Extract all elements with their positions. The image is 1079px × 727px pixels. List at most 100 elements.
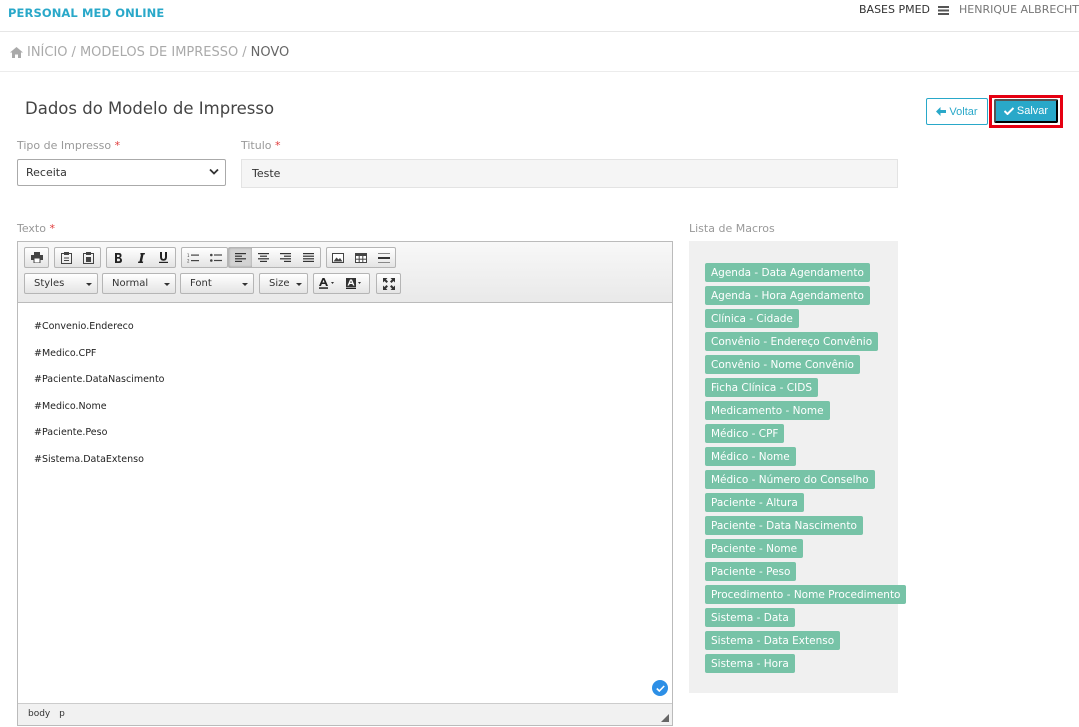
macros-label: Lista de Macros bbox=[689, 222, 775, 235]
tipo-impresso-select[interactable]: Receita bbox=[17, 159, 226, 186]
macro-tag[interactable]: Agenda - Data Agendamento bbox=[705, 263, 870, 282]
user-name[interactable]: HENRIQUE ALBRECHT bbox=[959, 3, 1079, 16]
top-right-menu: BASES PMED HENRIQUE ALBRECHT bbox=[859, 3, 1079, 16]
svg-text:1: 1 bbox=[187, 253, 190, 258]
rich-text-editor[interactable]: 12 Styles Normal Font Size #Convenio.End… bbox=[17, 241, 673, 726]
bulleted-list-icon[interactable] bbox=[205, 248, 228, 267]
spellcheck-icon[interactable] bbox=[652, 680, 668, 696]
breadcrumb-item-inicio[interactable]: INÍCIO bbox=[27, 45, 68, 60]
editor-line: #Medico.CPF bbox=[34, 347, 97, 359]
brand-logo[interactable]: PERSONAL MED ONLINE bbox=[8, 6, 164, 20]
bold-icon[interactable] bbox=[107, 248, 130, 267]
font-combo[interactable]: Font bbox=[180, 273, 254, 294]
breadcrumb-separator: / bbox=[242, 45, 247, 60]
macro-tag[interactable]: Médico - CPF bbox=[705, 424, 785, 443]
editor-line: #Paciente.Peso bbox=[34, 427, 108, 438]
back-button-label: Voltar bbox=[949, 105, 978, 118]
editor-line: #Convenio.Endereco bbox=[34, 321, 134, 332]
editor-toolbar: 12 Styles Normal Font Size bbox=[18, 242, 672, 303]
editor-content[interactable]: #Convenio.Endereco #Medico.CPF #Paciente… bbox=[18, 304, 672, 704]
toolbar-group-tools bbox=[376, 273, 401, 294]
macro-tag[interactable]: Médico - Número do Conselho bbox=[705, 470, 875, 489]
size-combo[interactable]: Size bbox=[259, 273, 308, 294]
back-button[interactable]: Voltar bbox=[926, 98, 988, 125]
breadcrumb-item-novo: NOVO bbox=[250, 45, 290, 60]
texto-label-text: Texto bbox=[17, 222, 46, 235]
check-icon bbox=[1003, 107, 1014, 115]
macro-tag[interactable]: Médico - Nome bbox=[705, 447, 796, 466]
dropdown-arrow-icon bbox=[242, 283, 248, 286]
macro-tag[interactable]: Sistema - Data bbox=[705, 608, 795, 627]
editor-status-bar: body p bbox=[18, 703, 672, 725]
home-icon[interactable] bbox=[10, 47, 23, 58]
paste-word-icon[interactable] bbox=[78, 248, 101, 267]
image-icon[interactable] bbox=[327, 248, 350, 267]
underline-icon[interactable] bbox=[152, 248, 175, 267]
macro-tag[interactable]: Clínica - Cidade bbox=[705, 309, 799, 328]
horizontal-rule-icon[interactable] bbox=[372, 248, 395, 267]
macro-tag[interactable]: Paciente - Peso bbox=[705, 562, 797, 581]
align-justify-icon[interactable] bbox=[297, 248, 320, 267]
background-color-icon[interactable] bbox=[342, 274, 370, 293]
macros-panel: Agenda - Data Agendamento Agenda - Hora … bbox=[689, 241, 907, 693]
dropdown-arrow-icon bbox=[86, 283, 92, 286]
required-mark: * bbox=[275, 139, 281, 152]
svg-text:2: 2 bbox=[187, 258, 190, 263]
toolbar-group-lists: 12 bbox=[181, 247, 228, 268]
macro-tag[interactable]: Medicamento - Nome bbox=[705, 401, 830, 420]
titulo-label-text: Titulo bbox=[241, 139, 272, 152]
macro-tag[interactable]: Convênio - Nome Convênio bbox=[705, 355, 860, 374]
print-icon[interactable] bbox=[25, 248, 48, 267]
text-color-icon[interactable] bbox=[314, 274, 342, 293]
required-mark: * bbox=[49, 222, 55, 235]
breadcrumb: INÍCIO / MODELOS DE IMPRESSO / NOVO bbox=[10, 45, 289, 60]
texto-label: Texto * bbox=[17, 222, 55, 235]
breadcrumb-separator: / bbox=[71, 45, 76, 60]
element-path-body[interactable]: body bbox=[28, 709, 50, 719]
macro-tag[interactable]: Agenda - Hora Agendamento bbox=[705, 286, 870, 305]
align-left-icon[interactable] bbox=[229, 248, 252, 267]
toolbar-group-align bbox=[228, 247, 321, 268]
titulo-label: Titulo * bbox=[241, 139, 281, 152]
italic-icon[interactable] bbox=[130, 248, 153, 267]
toolbar-group-colors bbox=[313, 273, 370, 294]
toolbar-group-basicstyles bbox=[106, 247, 176, 268]
breadcrumb-item-modelos[interactable]: MODELOS DE IMPRESSO bbox=[80, 45, 238, 60]
top-bar: PERSONAL MED ONLINE BASES PMED HENRIQUE … bbox=[0, 0, 1079, 32]
chevron-down-icon bbox=[209, 168, 219, 175]
element-path-p[interactable]: p bbox=[59, 709, 65, 719]
macro-tag[interactable]: Sistema - Hora bbox=[705, 654, 795, 673]
macro-tag[interactable]: Paciente - Data Nascimento bbox=[705, 516, 863, 535]
editor-line: #Sistema.DataExtenso bbox=[34, 453, 144, 465]
bases-label[interactable]: BASES PMED bbox=[859, 3, 930, 16]
editor-line: #Medico.Nome bbox=[34, 400, 107, 412]
toolbar-group-paste bbox=[54, 247, 101, 268]
resize-grip-icon[interactable] bbox=[661, 714, 669, 722]
styles-combo-label: Styles bbox=[34, 278, 65, 289]
breadcrumb-divider bbox=[0, 71, 1079, 72]
macro-tag[interactable]: Ficha Clínica - CIDS bbox=[705, 378, 818, 397]
arrow-left-icon bbox=[936, 107, 947, 116]
table-icon[interactable] bbox=[350, 248, 373, 267]
numbered-list-icon[interactable]: 12 bbox=[182, 248, 205, 267]
format-combo[interactable]: Normal bbox=[102, 273, 176, 294]
format-combo-label: Normal bbox=[112, 278, 149, 289]
titulo-input[interactable]: Teste bbox=[241, 159, 898, 188]
macro-tag[interactable]: Convênio - Endereço Convênio bbox=[705, 332, 879, 351]
align-center-icon[interactable] bbox=[252, 248, 275, 267]
save-button[interactable]: Salvar bbox=[994, 99, 1058, 123]
align-right-icon[interactable] bbox=[275, 248, 298, 267]
macro-tag[interactable]: Paciente - Altura bbox=[705, 493, 804, 512]
toolbar-group-insert bbox=[326, 247, 396, 268]
required-mark: * bbox=[114, 139, 121, 152]
styles-combo[interactable]: Styles bbox=[24, 273, 98, 294]
size-combo-label: Size bbox=[269, 278, 290, 289]
tipo-impresso-label-text: Tipo de Impresso bbox=[17, 139, 112, 152]
database-icon[interactable] bbox=[938, 5, 950, 15]
paste-text-icon[interactable] bbox=[55, 248, 78, 267]
maximize-icon[interactable] bbox=[377, 274, 400, 293]
macro-tag[interactable]: Paciente - Nome bbox=[705, 539, 804, 558]
dropdown-arrow-icon bbox=[164, 283, 170, 286]
macro-tag[interactable]: Sistema - Data Extenso bbox=[705, 631, 841, 650]
macro-tag[interactable]: Procedimento - Nome Procedimento bbox=[705, 585, 907, 604]
